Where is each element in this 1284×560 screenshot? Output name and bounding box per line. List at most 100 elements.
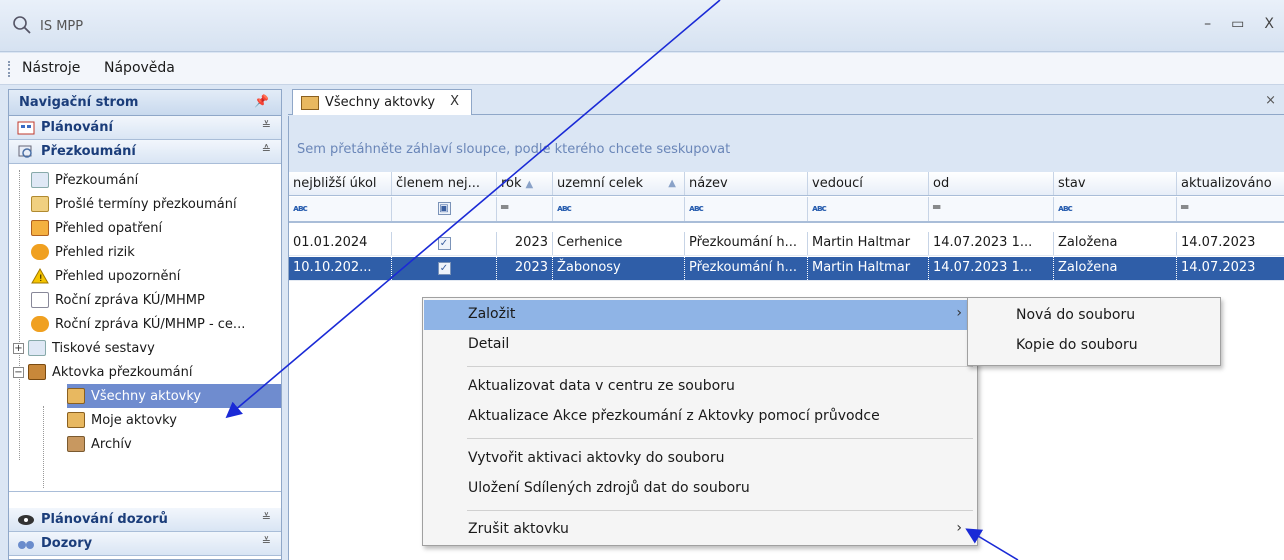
cell-stav: Založena [1054, 232, 1177, 255]
filter-cell[interactable]: ᴀʙᴄ [289, 197, 392, 221]
tree-item-prezkoumani[interactable]: Přezkoumání [31, 168, 138, 192]
column-header[interactable]: aktualizováno [1177, 172, 1284, 195]
collapse-icon[interactable]: − [13, 366, 24, 378]
magnifier-icon [31, 172, 49, 188]
briefcase-icon [28, 364, 46, 380]
equals-filter-icon: ═ [501, 200, 509, 214]
close-icon[interactable]: × [1265, 93, 1276, 108]
group-prezkoumani[interactable]: Přezkoumání ≙ [9, 140, 281, 164]
tab-vsechny-aktovky[interactable]: Všechny aktovky X [292, 89, 472, 115]
navigation-tree-panel: Navigační strom 📌 Plánování ≚ Přezkoumán… [8, 89, 282, 560]
text-filter-icon: ᴀʙᴄ [293, 204, 308, 214]
cell-aktualizovano: 14.07.2023 [1181, 260, 1256, 275]
filter-cell[interactable]: ᴀʙᴄ [553, 197, 685, 221]
group-planovani-dozoru[interactable]: Plánování dozorů ≚ [9, 508, 281, 532]
menu-nastroje[interactable]: Nástroje [22, 60, 80, 76]
menu-item-ulozeni-sdilenych[interactable]: Uložení Sdílených zdrojů dat do souboru [424, 474, 976, 504]
expand-icon[interactable]: + [13, 342, 24, 354]
cell-uzemni-celek: Žabonosy [553, 257, 685, 280]
menu-item-zrusit-aktovku[interactable]: Zrušit aktovku › [424, 515, 976, 545]
chevron-up-icon[interactable]: ≙ [262, 143, 271, 156]
briefcase-list-icon [301, 95, 319, 110]
filter-cell[interactable]: ᴀʙᴄ [1054, 197, 1177, 221]
tree-item-prehled-opatreni[interactable]: Přehled opatření [31, 216, 162, 240]
checklist-icon [31, 220, 49, 236]
maximize-icon[interactable]: ▭ [1231, 16, 1244, 32]
checkbox-checked-icon[interactable]: ✓ [437, 262, 451, 275]
chevron-right-icon: › [956, 305, 962, 321]
cell-od: 14.07.2023 1... [929, 257, 1054, 280]
cell-clenem[interactable]: ✓ [392, 232, 497, 255]
filter-cell[interactable]: ═ [497, 197, 553, 221]
chevron-down-icon[interactable]: ≚ [262, 535, 271, 548]
briefcase-user-icon [67, 412, 85, 428]
group-planovani[interactable]: Plánování ≚ [9, 116, 281, 140]
column-header[interactable]: stav [1054, 172, 1177, 195]
filter-cell[interactable]: ▣ [392, 197, 497, 221]
svg-text:!: ! [39, 274, 43, 284]
menu-separator [467, 438, 973, 439]
document-tabs: Všechny aktovky X × [288, 89, 1284, 115]
menu-item-aktualizovat-data[interactable]: Aktualizovat data v centru ze souboru [424, 372, 976, 402]
cell-clenem[interactable]: ✓ [392, 257, 497, 280]
risk-icon [31, 244, 49, 260]
tree-item-prehled-rizik[interactable]: Přehled rizik [31, 240, 135, 264]
filter-cell[interactable]: ═ [1177, 197, 1284, 221]
filter-cell[interactable]: ᴀʙᴄ [685, 197, 808, 221]
column-header[interactable]: členem nej... [392, 172, 497, 195]
group-by-panel[interactable]: Sem přetáhněte záhlaví sloupce, podle kt… [289, 116, 1284, 172]
column-header[interactable]: rok ▲ [497, 172, 553, 195]
printer-folder-icon [28, 340, 46, 356]
submenu-item-kopie-do-souboru[interactable]: Kopie do souboru [1016, 337, 1138, 353]
table-row-selected[interactable]: 10.10.202... ✓ 2023 Žabonosy Přezkoumání… [289, 257, 1284, 281]
chevron-down-icon[interactable]: ≚ [262, 119, 271, 132]
checkbox-filter-icon[interactable]: ▣ [437, 202, 451, 215]
pin-icon[interactable]: 📌 [254, 94, 269, 108]
cell-vedouci: Martin Haltmar [808, 232, 929, 255]
column-header[interactable]: název [685, 172, 808, 195]
cell-nejblizsi-ukol: 01.01.2024 [289, 232, 392, 255]
tree-item-moje-aktovky[interactable]: Moje aktovky [67, 408, 177, 432]
table-row[interactable]: 01.01.2024 ✓ 2023 Cerhenice Přezkoumání … [289, 232, 1284, 256]
filter-cell[interactable]: ═ [929, 197, 1054, 221]
column-header[interactable]: od [929, 172, 1054, 195]
filter-cell[interactable]: ᴀʙᴄ [808, 197, 929, 221]
grid-header: nejbližší úkol členem nej... rok ▲ uzemní… [289, 172, 1284, 196]
submenu-item-nova-do-souboru[interactable]: Nová do souboru [1016, 307, 1135, 323]
minimize-icon[interactable]: – [1204, 16, 1211, 32]
chevron-down-icon[interactable]: ≚ [262, 511, 271, 524]
tree-item-tiskove-sestavy[interactable]: + Tiskové sestavy [13, 336, 155, 360]
cell-uzemni-celek: Cerhenice [553, 232, 685, 255]
calendar-clock-icon [31, 196, 49, 212]
menu-bar: Nástroje Nápověda [0, 53, 1284, 85]
tree-item-aktovka-prezkoumani[interactable]: − Aktovka přezkoumání [13, 360, 192, 384]
checkbox-checked-icon[interactable]: ✓ [437, 237, 451, 250]
cell-rok: 2023 [497, 232, 553, 255]
menu-separator [467, 510, 973, 511]
eye-icon [18, 514, 34, 525]
tree-item-prosle-terminy[interactable]: Prošlé termíny přezkoumání [31, 192, 237, 216]
column-header[interactable]: vedoucí [808, 172, 929, 195]
menu-item-aktualizace-akce[interactable]: Aktualizace Akce přezkoumání z Aktovky p… [424, 402, 976, 432]
column-header[interactable]: uzemní celek ▲ [553, 172, 685, 195]
menu-napoveda[interactable]: Nápověda [104, 60, 175, 76]
briefcase-list-icon [67, 388, 85, 404]
column-header[interactable]: nejbližší úkol [289, 172, 392, 195]
sort-ascending-icon: ▲ [668, 178, 676, 189]
menu-item-detail[interactable]: Detail [424, 330, 976, 360]
chevron-right-icon: › [956, 520, 962, 536]
close-icon[interactable]: X [1264, 16, 1274, 32]
tab-close-icon[interactable]: X [450, 94, 459, 109]
nav-tree: Přezkoumání Prošlé termíny přezkoumání P… [9, 164, 281, 492]
tree-item-vsechny-aktovky[interactable]: Všechny aktovky [67, 384, 281, 408]
text-filter-icon: ᴀʙᴄ [1058, 204, 1073, 214]
tree-item-rocni-zprava-ce[interactable]: Roční zpráva KÚ/MHMP - ce... [31, 312, 245, 336]
menu-item-zalozit[interactable]: Založit › [424, 300, 976, 330]
tree-item-archiv[interactable]: Archív [67, 432, 132, 456]
toolbar-grip[interactable] [8, 61, 10, 77]
group-dozory[interactable]: Dozory ≚ [9, 532, 281, 556]
menu-item-vytvorit-aktivaci[interactable]: Vytvořit aktivaci aktovky do souboru [424, 444, 976, 474]
tree-item-rocni-zprava[interactable]: Roční zpráva KÚ/MHMP [31, 288, 205, 312]
cell-aktualizovano: 14.07.2023 [1181, 235, 1256, 250]
tree-item-prehled-upozorneni[interactable]: ! Přehled upozornění [31, 264, 180, 288]
